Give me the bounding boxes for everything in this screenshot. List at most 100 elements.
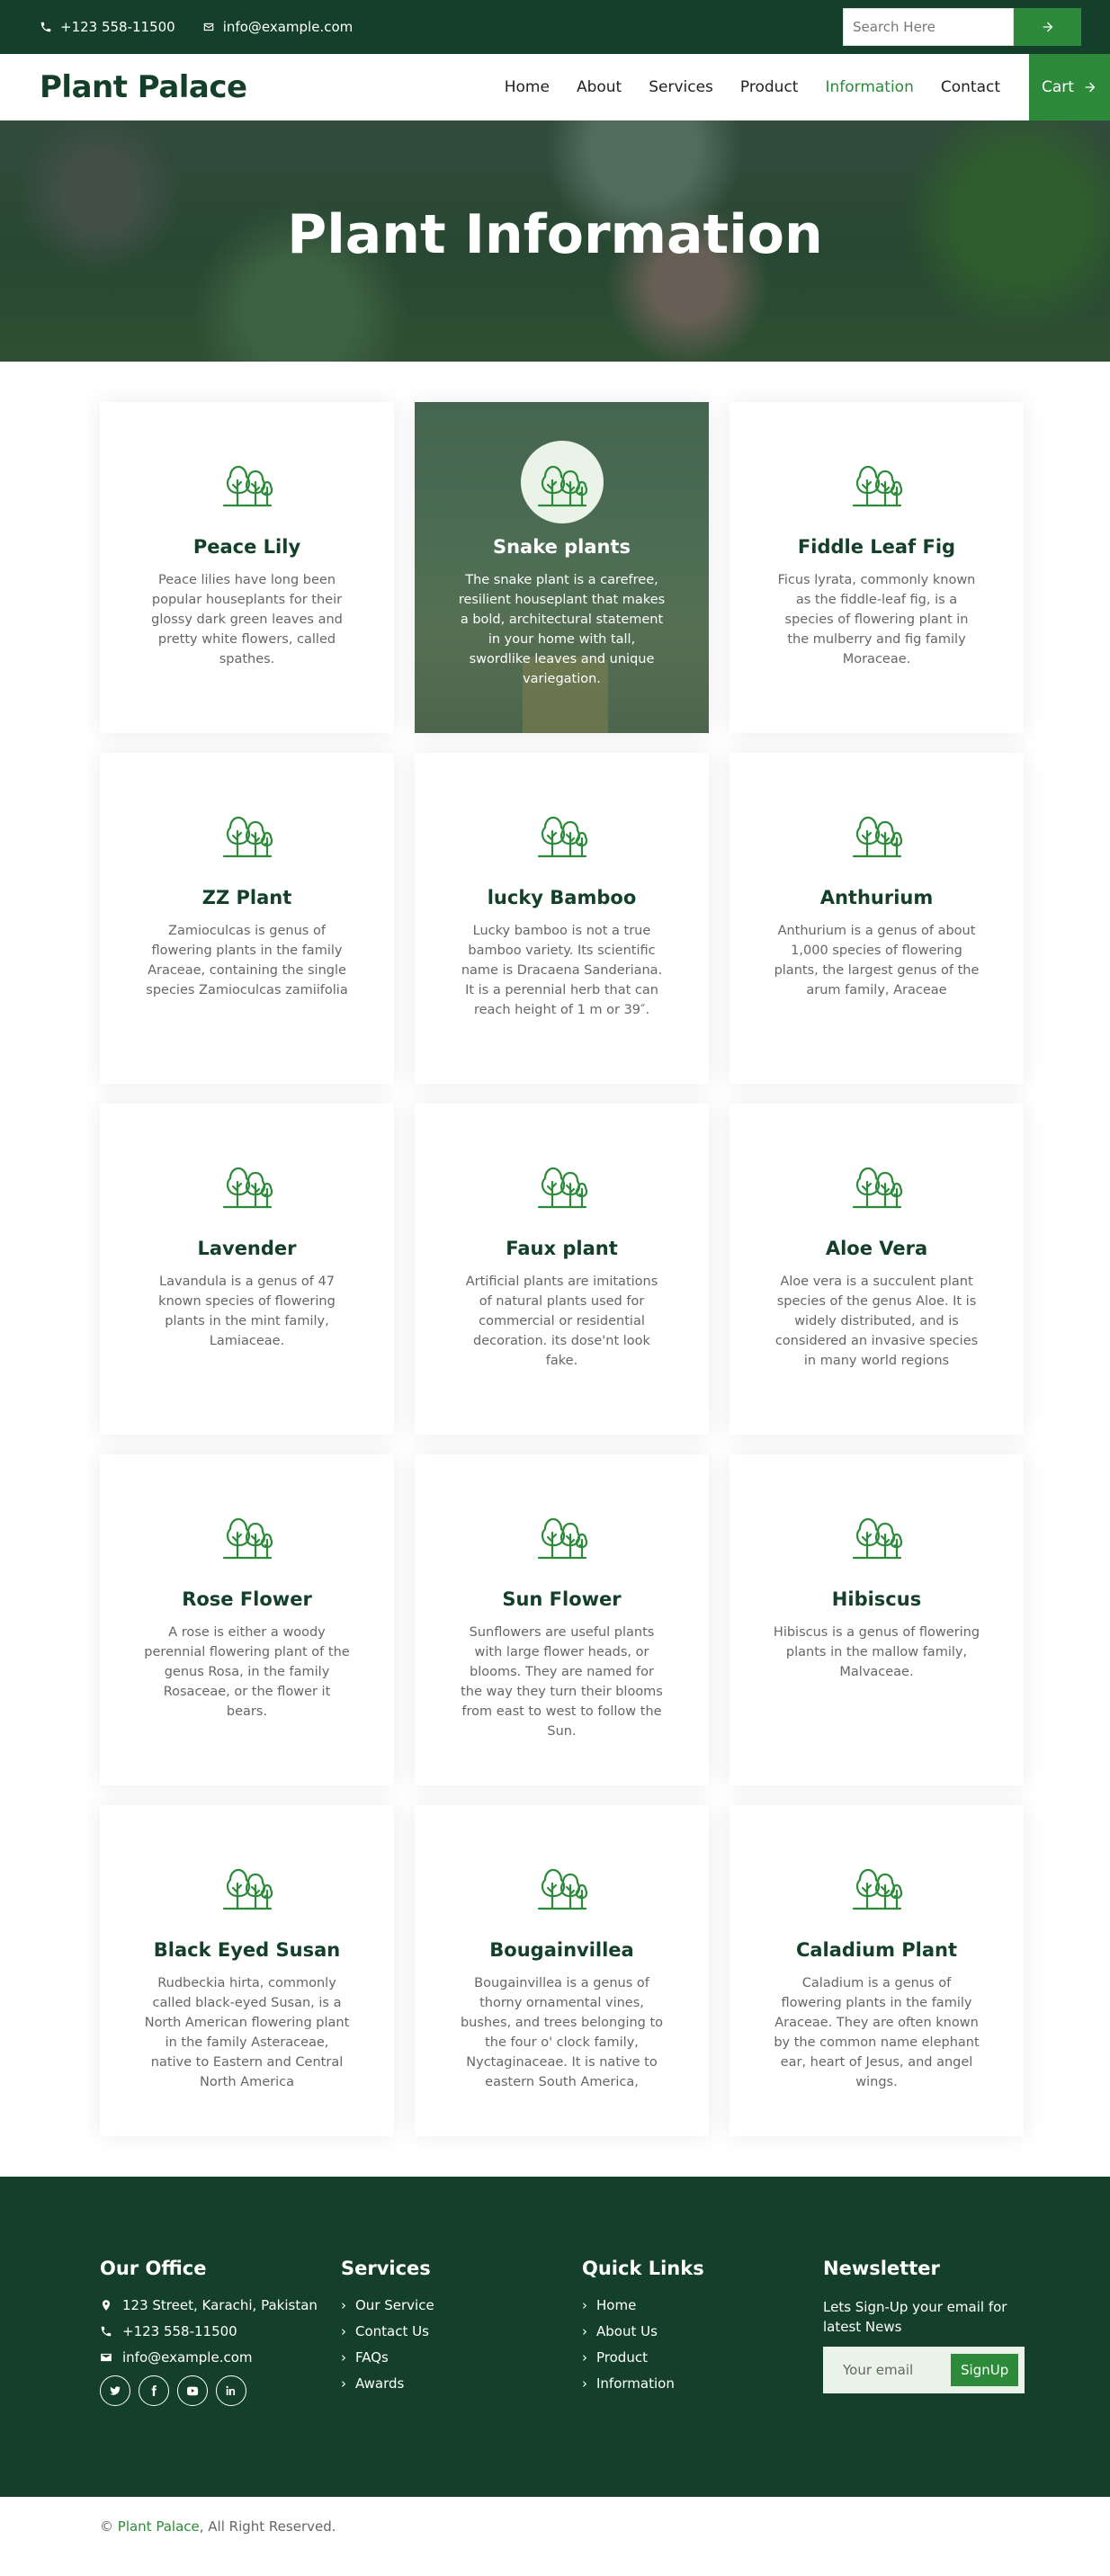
plant-description: Ficus lyrata, commonly known as the fidd… <box>777 573 976 666</box>
plant-name: Snake plants <box>492 536 631 558</box>
nav-product[interactable]: Product <box>740 78 799 96</box>
footer-quick-links: Quick Links › Home › About Us › Product › In… <box>582 2258 823 2497</box>
footer-quick-link[interactable]: › Product <box>582 2349 823 2366</box>
arrow-right-icon <box>1085 82 1096 92</box>
youtube-icon <box>187 2386 199 2396</box>
nav-home[interactable]: Home <box>505 78 550 96</box>
footer-quick-link[interactable]: › Home <box>582 2297 823 2313</box>
footer-address: 123 Street, Karachi, Pakistan <box>100 2297 341 2313</box>
envelope-icon <box>203 22 213 31</box>
plant-name: Caladium Plant <box>795 1939 958 1961</box>
footer-link-label: Awards <box>355 2375 405 2392</box>
linkedin-link[interactable] <box>216 2375 246 2406</box>
twitter-icon <box>110 2386 121 2395</box>
copyright-suffix: , All Right Reserved. <box>199 2518 336 2535</box>
footer-link-label: Contact Us <box>355 2323 429 2339</box>
search-submit-button[interactable] <box>1014 8 1081 46</box>
footer-services-link[interactable]: › Our Service <box>341 2297 582 2313</box>
navbar: Plant Palace Home About Services Product… <box>0 53 1110 121</box>
chevron-right-icon: › <box>582 2297 587 2313</box>
plant-name: ZZ Plant <box>201 887 292 908</box>
plant-name: Bougainvillea <box>489 1939 634 1961</box>
plant-name: lucky Bamboo <box>487 887 637 908</box>
facebook-icon <box>151 2385 157 2396</box>
footer-office-title: Our Office <box>100 2258 207 2279</box>
nav-information[interactable]: Information <box>825 78 913 96</box>
chevron-right-icon: › <box>582 2375 587 2392</box>
footer-phone-text: +123 558-11500 <box>122 2323 237 2339</box>
copyright-bar: © Plant Palace, All Right Reserved. <box>0 2497 1110 2556</box>
tree-icon <box>206 441 289 523</box>
plant-description: Lucky bamboo is not a true bamboo variet… <box>461 924 663 1017</box>
plant-card[interactable]: Aloe Vera Aloe vera is a succulent plant … <box>730 1104 1024 1435</box>
chevron-right-icon: › <box>582 2323 587 2339</box>
social-links <box>100 2375 341 2406</box>
plant-name: Anthurium <box>819 887 934 908</box>
plant-description: Peace lilies have long been popular hous… <box>151 573 343 666</box>
footer-services-link[interactable]: › FAQs <box>341 2349 582 2366</box>
plant-card[interactable]: Anthurium Anthurium is a genus of about 1… <box>730 753 1024 1084</box>
footer-quick-link[interactable]: › Information <box>582 2375 823 2392</box>
nav-about[interactable]: About <box>577 78 622 96</box>
footer-services-link[interactable]: › Contact Us <box>341 2323 582 2339</box>
plant-card[interactable]: Faux plant Artificial plants are imitatio… <box>415 1104 709 1435</box>
tree-icon <box>206 1844 289 1927</box>
footer-quick-link[interactable]: › About Us <box>582 2323 823 2339</box>
plant-description: Caladium is a genus of flowering plants … <box>774 1976 980 2089</box>
newsletter-form: SignUp <box>823 2347 1025 2393</box>
plant-card[interactable]: Snake plants The snake plant is a carefre… <box>415 402 709 733</box>
search-input[interactable] <box>843 8 1014 46</box>
nav-services[interactable]: Services <box>649 78 713 96</box>
twitter-link[interactable] <box>100 2375 130 2406</box>
hero-banner: Plant Information <box>0 121 1110 362</box>
plant-description: Aloe vera is a succulent plant species o… <box>774 1275 979 1368</box>
plant-card[interactable]: Black Eyed Susan Rudbeckia hirta, commonl… <box>100 1805 394 2136</box>
footer-link-label: Product <box>596 2349 648 2366</box>
tree-icon <box>836 441 918 523</box>
plant-name: Hibiscus <box>831 1588 922 1610</box>
plant-card[interactable]: Caladium Plant Caladium is a genus of flo… <box>730 1805 1024 2136</box>
top-bar: +123 558-11500 info@example.com <box>0 0 1110 54</box>
plant-description: Rudbeckia hirta, commonly called black-e… <box>144 1976 350 2089</box>
plant-card[interactable]: Fiddle Leaf Fig Ficus lyrata, commonly kn… <box>730 402 1024 733</box>
plant-card[interactable]: Hibiscus Hibiscus is a genus of flowering… <box>730 1454 1024 1785</box>
chevron-right-icon: › <box>341 2349 346 2366</box>
chevron-right-icon: › <box>582 2349 587 2366</box>
plant-card[interactable]: Lavender Lavandula is a genus of 47 known… <box>100 1104 394 1435</box>
plant-description: A rose is either a woody perennial flowe… <box>144 1625 350 1719</box>
footer-services-link[interactable]: › Awards <box>341 2375 582 2392</box>
plant-grid: Peace Lily Peace lilies have long been po… <box>100 402 1110 2136</box>
plant-name: Aloe Vera <box>825 1238 928 1259</box>
plant-card[interactable]: Bougainvillea Bougainvillea is a genus of… <box>415 1805 709 2136</box>
signup-button[interactable]: SignUp <box>951 2354 1019 2386</box>
linkedin-icon <box>226 2385 236 2395</box>
plant-description: Artificial plants are imitations of natu… <box>465 1275 658 1368</box>
plant-description: The snake plant is a carefree, resilient… <box>458 573 666 686</box>
tree-icon <box>836 1493 918 1576</box>
tree-icon <box>836 792 918 874</box>
chevron-right-icon: › <box>341 2297 346 2313</box>
plant-description: Zamioculcas is genus of flowering plants… <box>146 924 348 997</box>
youtube-link[interactable] <box>177 2375 208 2406</box>
tree-icon <box>836 1142 918 1225</box>
footer-link-label: Our Service <box>355 2297 434 2313</box>
footer-link-label: Information <box>596 2375 675 2392</box>
facebook-link[interactable] <box>139 2375 169 2406</box>
copyright-brand-link[interactable]: Plant Palace <box>118 2518 200 2535</box>
tree-icon <box>521 1142 604 1225</box>
newsletter-email-input[interactable] <box>843 2362 951 2378</box>
envelope-icon <box>101 2353 112 2362</box>
brand-logo[interactable]: Plant Palace <box>40 69 247 105</box>
cart-button[interactable]: Cart <box>1029 53 1110 121</box>
plant-card[interactable]: Sun Flower Sunflowers are useful plants w… <box>415 1454 709 1785</box>
plant-card[interactable]: Rose Flower A rose is either a woody pere… <box>100 1454 394 1785</box>
plant-card[interactable]: lucky Bamboo Lucky bamboo is not a true b… <box>415 753 709 1084</box>
tree-icon <box>206 1142 289 1225</box>
top-phone: +123 558-11500 <box>40 19 175 35</box>
page-title: Plant Information <box>287 203 823 266</box>
nav-contact[interactable]: Contact <box>941 78 1000 96</box>
chevron-right-icon: › <box>341 2375 346 2392</box>
tree-icon <box>206 792 289 874</box>
plant-card[interactable]: ZZ Plant Zamioculcas is genus of flowerin… <box>100 753 394 1084</box>
plant-card[interactable]: Peace Lily Peace lilies have long been po… <box>100 402 394 733</box>
